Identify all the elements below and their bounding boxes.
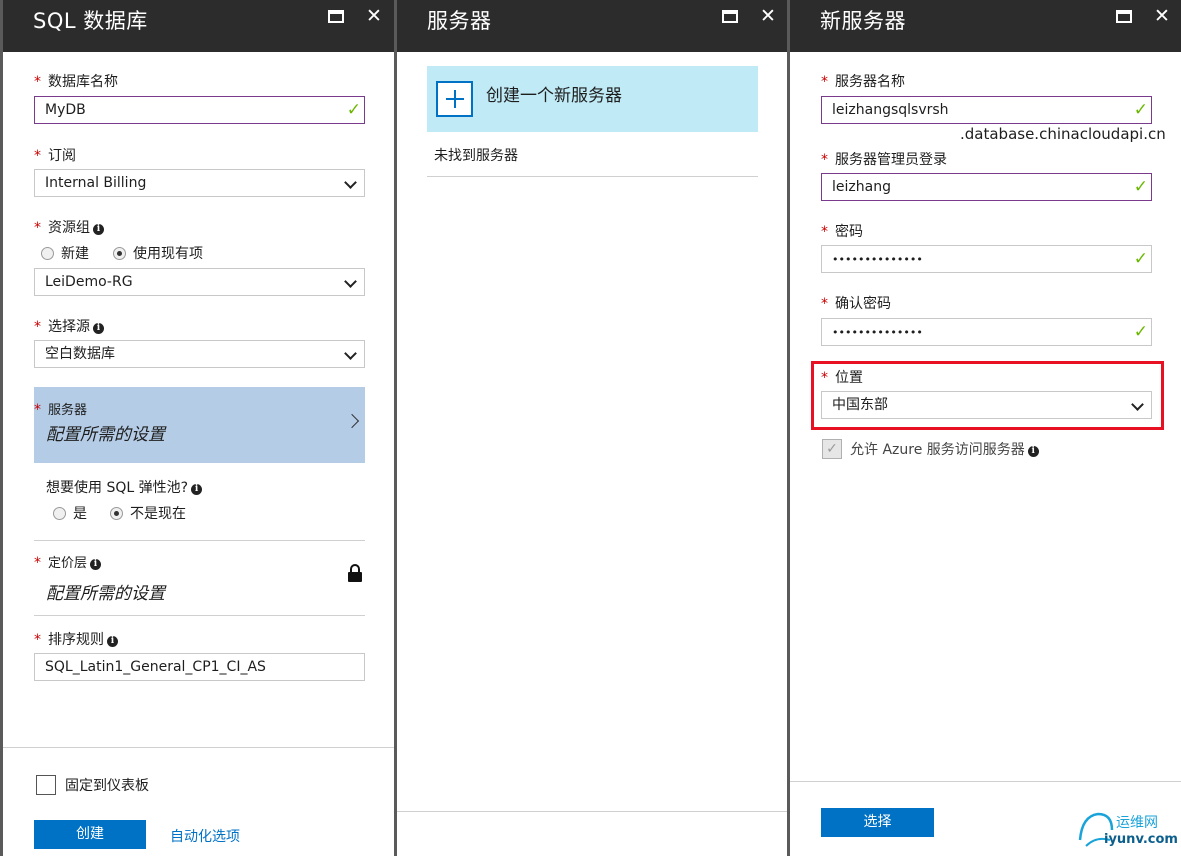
- elastic-radio-not-now[interactable]: 不是现在: [110, 503, 186, 523]
- sql-database-blade: SQL 数据库 ✕ * 数据库名称 MyDB ✓ * 订阅 Internal Bill…: [3, 0, 394, 856]
- admin-login-label: * 服务器管理员登录: [821, 152, 947, 168]
- close-icon[interactable]: ✕: [757, 5, 779, 27]
- radio-selected-icon: [113, 247, 126, 260]
- plus-icon: [436, 81, 473, 117]
- server-name-suffix: .database.chinacloudapi.cn: [960, 125, 1166, 143]
- allow-azure-checkbox[interactable]: ✓: [822, 439, 842, 459]
- chevron-down-icon: [344, 347, 357, 360]
- info-icon[interactable]: i: [1027, 446, 1039, 457]
- radio-selected-icon: [110, 507, 123, 520]
- server-value: 配置所需的设置: [46, 425, 165, 445]
- watermark-text: 运维网: [1116, 815, 1158, 831]
- valid-check-icon: ✓: [1133, 322, 1148, 342]
- footer-divider: [3, 747, 394, 748]
- pin-dashboard-checkbox[interactable]: [36, 775, 56, 795]
- no-servers-text: 未找到服务器: [434, 148, 518, 164]
- db-name-input[interactable]: MyDB ✓: [34, 96, 365, 124]
- divider: [34, 615, 365, 616]
- watermark: 运维网 iyunv.com: [1076, 808, 1178, 852]
- pricing-tier-selector[interactable]: * 定价层 i 配置所需的设置: [34, 541, 365, 614]
- blade-header: SQL 数据库 ✕: [3, 0, 394, 52]
- valid-check-icon: ✓: [1133, 249, 1148, 269]
- blade-title: 新服务器: [820, 9, 906, 33]
- automation-options-link[interactable]: 自动化选项: [170, 826, 240, 846]
- info-icon[interactable]: i: [93, 224, 104, 235]
- source-label: * 选择源 i: [34, 316, 104, 336]
- blade-title: 服务器: [427, 9, 492, 33]
- info-icon[interactable]: i: [107, 636, 118, 647]
- confirm-password-label: * 确认密码: [821, 296, 891, 312]
- maximize-icon[interactable]: [1115, 9, 1135, 26]
- divider: [427, 176, 758, 177]
- blade-header: 新服务器 ✕: [790, 0, 1181, 52]
- chevron-down-icon: [344, 176, 357, 189]
- blade-header: 服务器 ✕: [397, 0, 787, 52]
- chevron-down-icon: [1131, 398, 1144, 411]
- info-icon[interactable]: i: [90, 559, 102, 570]
- close-icon[interactable]: ✕: [363, 5, 385, 27]
- create-new-server-label: 创建一个新服务器: [486, 86, 622, 106]
- maximize-icon[interactable]: [327, 9, 347, 26]
- chevron-down-icon: [344, 275, 357, 288]
- info-icon[interactable]: i: [93, 323, 104, 334]
- source-dropdown[interactable]: 空白数据库: [34, 340, 365, 368]
- footer-divider: [397, 811, 787, 812]
- server-blade: 服务器 ✕ 创建一个新服务器 未找到服务器: [397, 0, 787, 856]
- password-input[interactable]: •••••••••••••• ✓: [821, 245, 1152, 273]
- pin-dashboard-label: 固定到仪表板: [65, 778, 149, 794]
- resource-group-label: * 资源组 i: [34, 217, 104, 237]
- subscription-label: * 订阅: [34, 148, 76, 164]
- resource-group-dropdown[interactable]: LeiDemo-RG: [34, 268, 365, 296]
- allow-azure-label: 允许 Azure 服务访问服务器 i: [850, 439, 1039, 459]
- rg-radio-new[interactable]: 新建: [41, 243, 89, 263]
- elastic-radio-yes[interactable]: 是: [53, 503, 87, 523]
- server-label: * 服务器: [34, 402, 88, 418]
- select-button[interactable]: 选择: [821, 808, 934, 837]
- maximize-icon[interactable]: [721, 9, 741, 26]
- admin-login-input[interactable]: leizhang ✓: [821, 173, 1152, 201]
- subscription-dropdown[interactable]: Internal Billing: [34, 169, 365, 197]
- server-selector[interactable]: * 服务器 配置所需的设置: [34, 387, 365, 463]
- db-name-label: * 数据库名称: [34, 74, 118, 90]
- create-button[interactable]: 创建: [34, 820, 146, 849]
- password-label: * 密码: [821, 224, 863, 240]
- collation-input[interactable]: SQL_Latin1_General_CP1_CI_AS: [34, 653, 365, 681]
- location-label: * 位置: [821, 370, 863, 386]
- elastic-pool-question: 想要使用 SQL 弹性池? i: [46, 477, 203, 497]
- radio-unselected-icon: [41, 247, 54, 260]
- location-dropdown[interactable]: 中国东部: [821, 391, 1152, 419]
- create-new-server-item[interactable]: 创建一个新服务器: [427, 66, 758, 132]
- server-name-input[interactable]: leizhangsqlsvrsh ✓: [821, 96, 1152, 124]
- info-icon[interactable]: i: [191, 484, 203, 495]
- chevron-right-icon: [344, 413, 360, 429]
- valid-check-icon: ✓: [1133, 100, 1148, 120]
- collation-label: * 排序规则 i: [34, 629, 118, 649]
- close-icon[interactable]: ✕: [1151, 5, 1173, 27]
- valid-check-icon: ✓: [346, 100, 361, 120]
- server-name-label: * 服务器名称: [821, 74, 905, 90]
- valid-check-icon: ✓: [1133, 177, 1148, 197]
- pricing-value: 配置所需的设置: [46, 584, 165, 604]
- radio-unselected-icon: [53, 507, 66, 520]
- blade-title: SQL 数据库: [33, 9, 148, 33]
- watermark-url: iyunv.com: [1104, 832, 1178, 847]
- pricing-label: * 定价层 i: [34, 552, 102, 571]
- new-server-blade: 新服务器 ✕ * 服务器名称 leizhangsqlsvrsh ✓ .databas…: [790, 0, 1181, 856]
- lock-icon: [348, 564, 362, 582]
- footer-divider: [790, 781, 1181, 782]
- rg-radio-existing[interactable]: 使用现有项: [113, 243, 203, 263]
- confirm-password-input[interactable]: •••••••••••••• ✓: [821, 318, 1152, 346]
